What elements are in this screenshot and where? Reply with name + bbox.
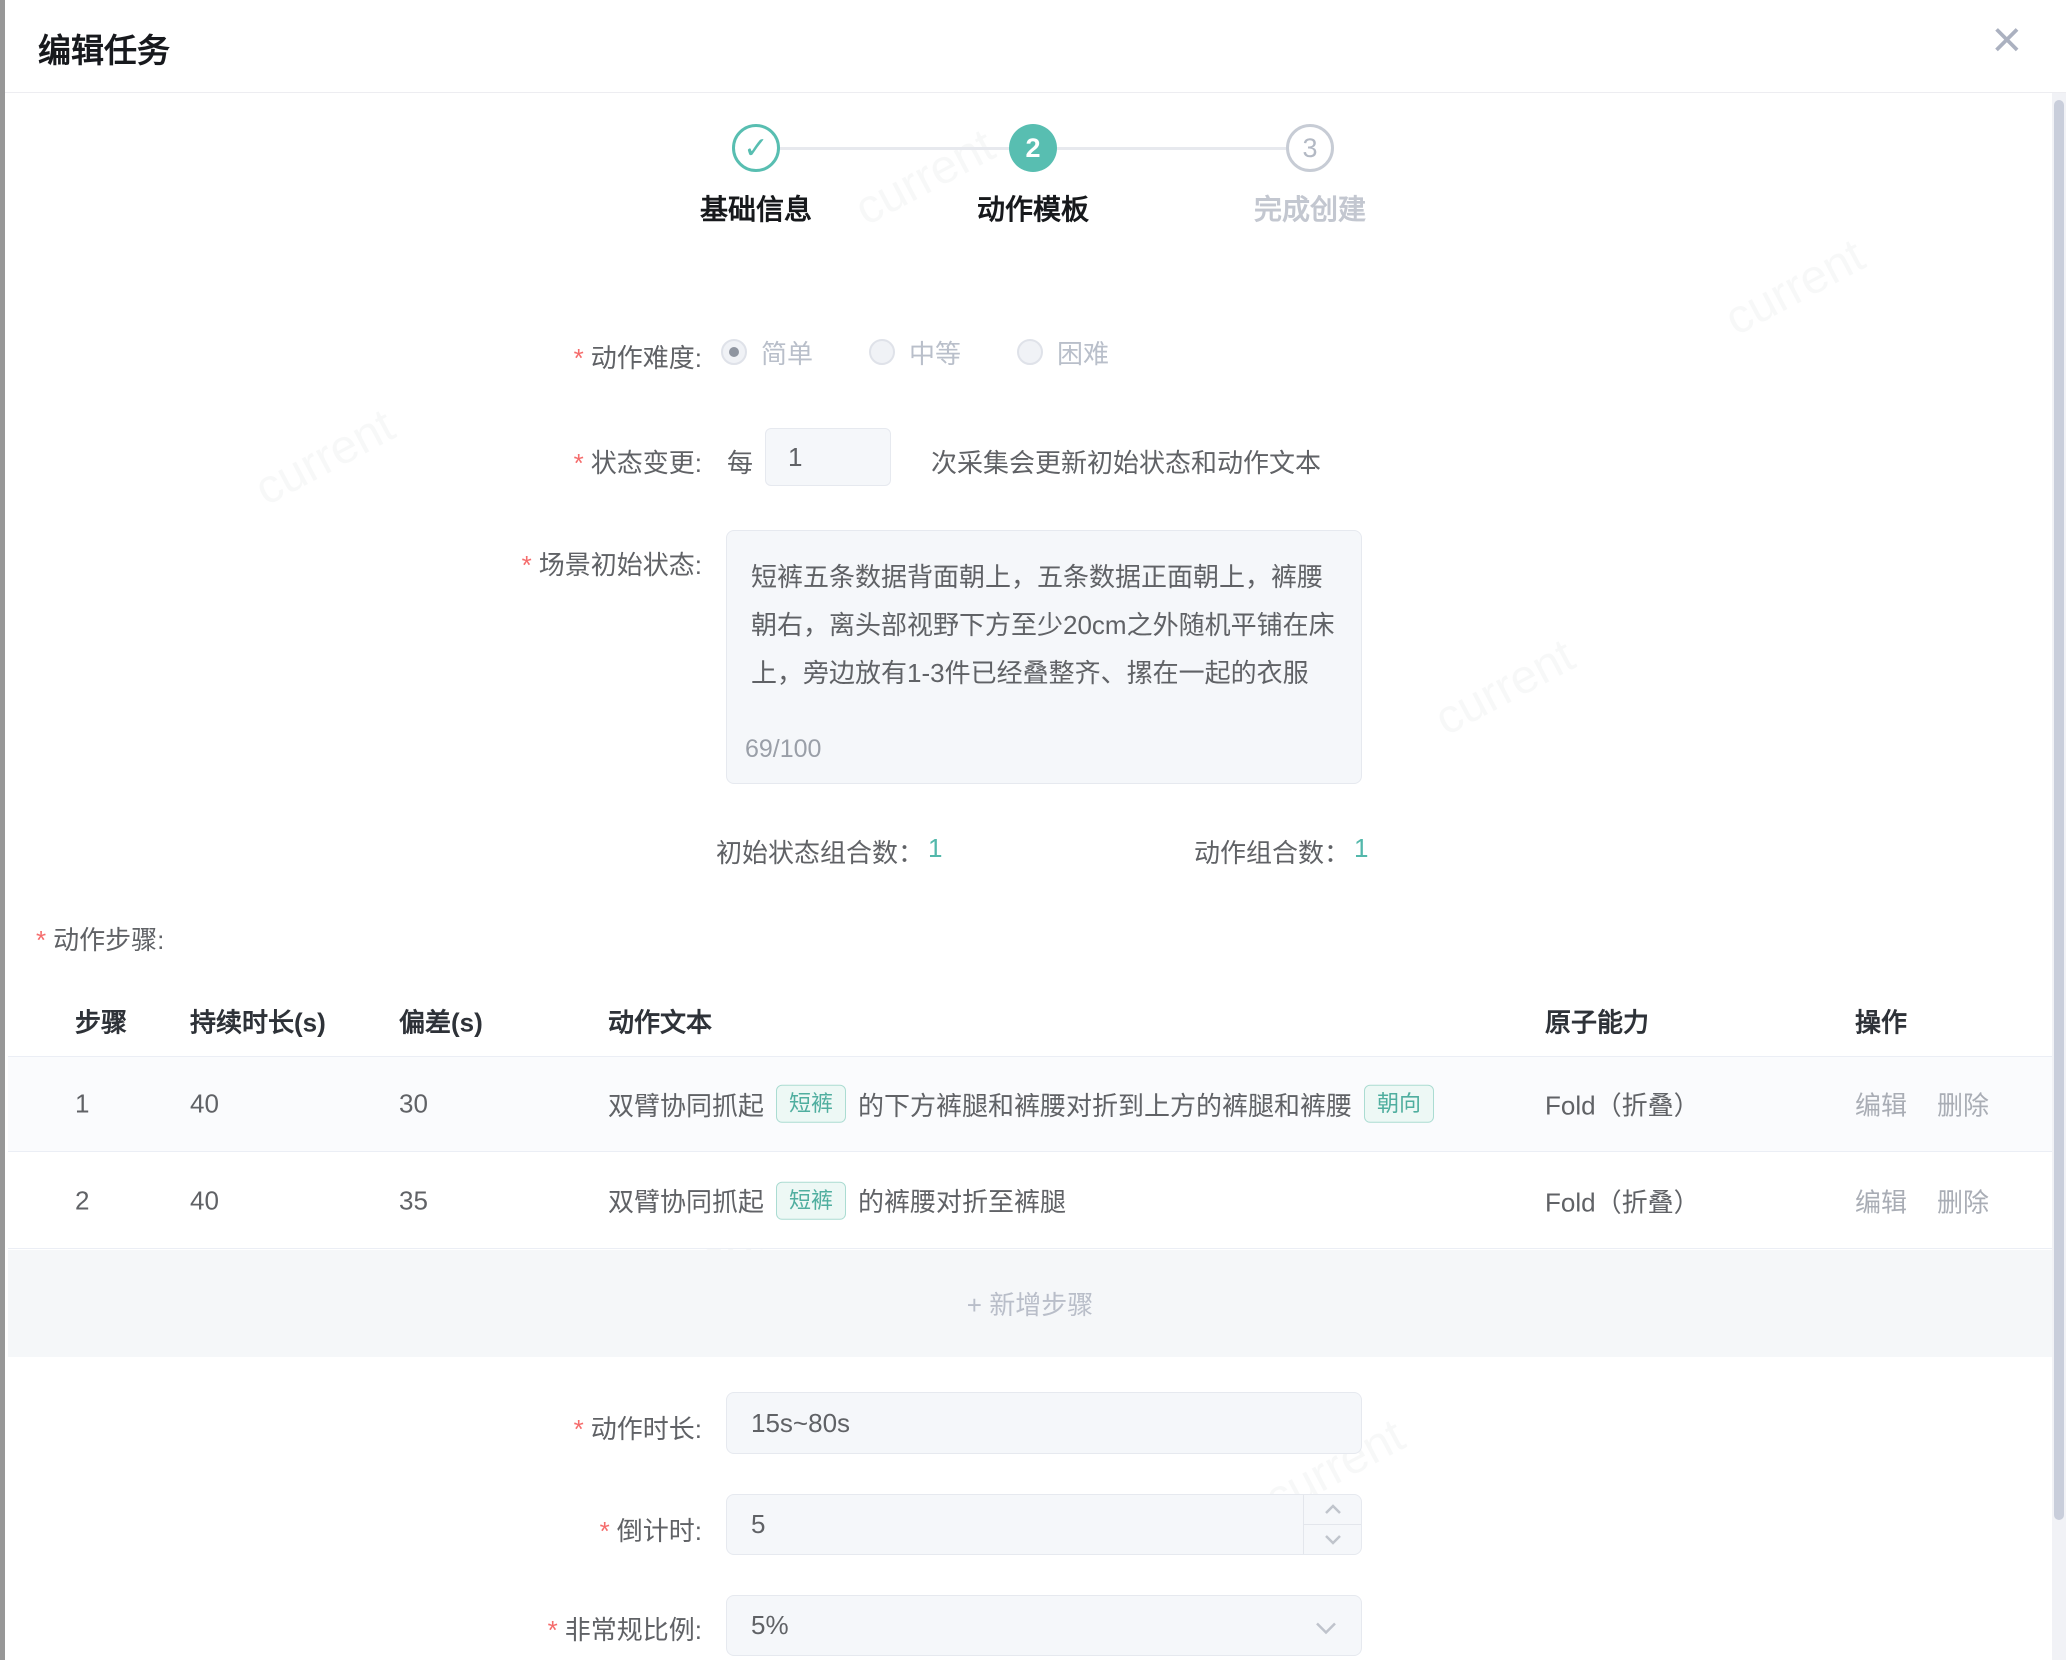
unusual-ratio-label: *非常规比例: (252, 1610, 702, 1647)
cell-deviation: 35 (399, 1185, 428, 1216)
orientation-tag: 朝向 (1364, 1085, 1434, 1123)
radio-label: 困难 (1057, 334, 1109, 371)
scrollbar-thumb[interactable] (2054, 100, 2064, 1520)
combo-value: 1 (1354, 833, 1368, 870)
step-number: 3 (1286, 124, 1334, 172)
add-step-row[interactable]: + 新增步骤 (8, 1250, 2052, 1357)
initial-state-textarea[interactable]: 短裤五条数据背面朝上，五条数据正面朝上，裤腰朝右，离头部视野下方至少20cm之外… (726, 530, 1362, 784)
col-duration: 持续时长(s) (190, 1003, 326, 1040)
duration-label: *动作时长: (252, 1409, 702, 1446)
step-finish-create: 3 完成创建 (1286, 124, 1334, 172)
step-label: 完成创建 (1254, 188, 1366, 228)
initial-state-combo-count: 初始状态组合数：1 (716, 833, 942, 870)
cell-operations: 编辑 删除 (1855, 1182, 1989, 1219)
step-done-check-icon: ✓ (732, 124, 780, 172)
required-mark: * (522, 550, 532, 580)
initial-state-text: 短裤五条数据背面朝上，五条数据正面朝上，裤腰朝右，离头部视野下方至少20cm之外… (751, 562, 1335, 688)
action-steps-label: *动作步骤: (36, 920, 164, 957)
delete-link[interactable]: 删除 (1937, 1086, 1989, 1123)
cell-action-text: 双臂协同抓起 短裤 的下方裤腿和裤腰对折到上方的裤腿和裤腰 朝向 (608, 1085, 1434, 1123)
watermark: current (1716, 228, 1874, 347)
cell-step: 1 (75, 1089, 89, 1120)
radio-icon[interactable] (869, 339, 895, 365)
close-icon[interactable]: × (1992, 14, 2022, 66)
radio-option-hard[interactable]: 困难 (1017, 334, 1109, 371)
table-row: 1 40 30 双臂协同抓起 短裤 的下方裤腿和裤腰对折到上方的裤腿和裤腰 朝向… (8, 1056, 2052, 1152)
combo-value: 1 (928, 833, 942, 870)
difficulty-label: *动作难度: (252, 338, 702, 375)
radio-label: 简单 (761, 334, 813, 371)
radio-option-easy[interactable]: 简单 (721, 334, 813, 371)
add-step-button[interactable]: + 新增步骤 (967, 1285, 1093, 1322)
dialog-left-edge (0, 0, 5, 1660)
table-row: 2 40 35 双臂协同抓起 短裤 的裤腰对折至裤腿 Fold（折叠） 编辑 删… (8, 1153, 2052, 1249)
step-connector (780, 147, 1009, 150)
edit-task-dialog: current current current current current … (0, 0, 2066, 1660)
cell-ability: Fold（折叠） (1545, 1182, 1700, 1219)
cell-action-text: 双臂协同抓起 短裤 的裤腰对折至裤腿 (608, 1181, 1066, 1219)
col-operations: 操作 (1855, 1003, 1907, 1040)
state-change-input[interactable]: 1 (765, 428, 891, 486)
table-header: 步骤 持续时长(s) 偏差(s) 动作文本 原子能力 操作 (8, 986, 2052, 1056)
cell-deviation: 30 (399, 1089, 428, 1120)
cell-step: 2 (75, 1185, 89, 1216)
radio-option-medium[interactable]: 中等 (869, 334, 961, 371)
chevron-down-icon (1324, 1534, 1342, 1545)
edit-link[interactable]: 编辑 (1855, 1182, 1907, 1219)
col-deviation: 偏差(s) (399, 1003, 483, 1040)
object-tag: 短裤 (776, 1085, 846, 1123)
chevron-down-icon (1315, 1596, 1337, 1655)
radio-icon-checked[interactable] (721, 339, 747, 365)
cell-duration: 40 (190, 1089, 219, 1120)
stepper: ✓ 基础信息 2 动作模板 3 完成创建 (732, 124, 1334, 172)
col-atomic-ability: 原子能力 (1545, 1003, 1649, 1040)
step-number: 2 (1009, 124, 1057, 172)
col-action-text: 动作文本 (608, 1003, 712, 1040)
cell-ability: Fold（折叠） (1545, 1086, 1700, 1123)
cell-operations: 编辑 删除 (1855, 1086, 1989, 1123)
spinner-down-button[interactable] (1304, 1525, 1361, 1554)
required-mark: * (548, 1615, 558, 1645)
difficulty-radio-group: 简单 中等 困难 (721, 337, 1109, 367)
character-counter: 69/100 (745, 725, 821, 773)
action-combo-count: 动作组合数：1 (1194, 833, 1368, 870)
col-step: 步骤 (75, 1003, 127, 1040)
countdown-input[interactable]: 5 (726, 1494, 1362, 1555)
initial-state-label: *场景初始状态: (252, 545, 702, 582)
step-action-template: 2 动作模板 (1009, 124, 1057, 172)
step-connector (1057, 147, 1286, 150)
header-divider (5, 92, 2066, 93)
number-spinner (1303, 1495, 1361, 1554)
state-change-suffix: 次采集会更新初始状态和动作文本 (931, 443, 1321, 480)
spinner-up-button[interactable] (1304, 1495, 1361, 1525)
object-tag: 短裤 (776, 1181, 846, 1219)
state-change-prefix: 每 (727, 443, 753, 480)
countdown-label: *倒计时: (252, 1511, 702, 1548)
step-basic-info: ✓ 基础信息 (732, 124, 780, 172)
duration-input[interactable]: 15s~80s (726, 1392, 1362, 1454)
edit-link[interactable]: 编辑 (1855, 1086, 1907, 1123)
required-mark: * (574, 1414, 584, 1444)
required-mark: * (574, 343, 584, 373)
required-mark: * (574, 448, 584, 478)
watermark: current (1426, 628, 1584, 747)
step-label: 动作模板 (977, 188, 1089, 228)
radio-label: 中等 (909, 334, 961, 371)
required-mark: * (600, 1516, 610, 1546)
step-label: 基础信息 (700, 188, 812, 228)
unusual-ratio-select[interactable]: 5% (726, 1595, 1362, 1656)
state-change-label: *状态变更: (252, 443, 702, 480)
cell-duration: 40 (190, 1185, 219, 1216)
radio-icon[interactable] (1017, 339, 1043, 365)
chevron-up-icon (1324, 1504, 1342, 1515)
dialog-title: 编辑任务 (38, 24, 170, 72)
required-mark: * (36, 925, 46, 955)
delete-link[interactable]: 删除 (1937, 1182, 1989, 1219)
